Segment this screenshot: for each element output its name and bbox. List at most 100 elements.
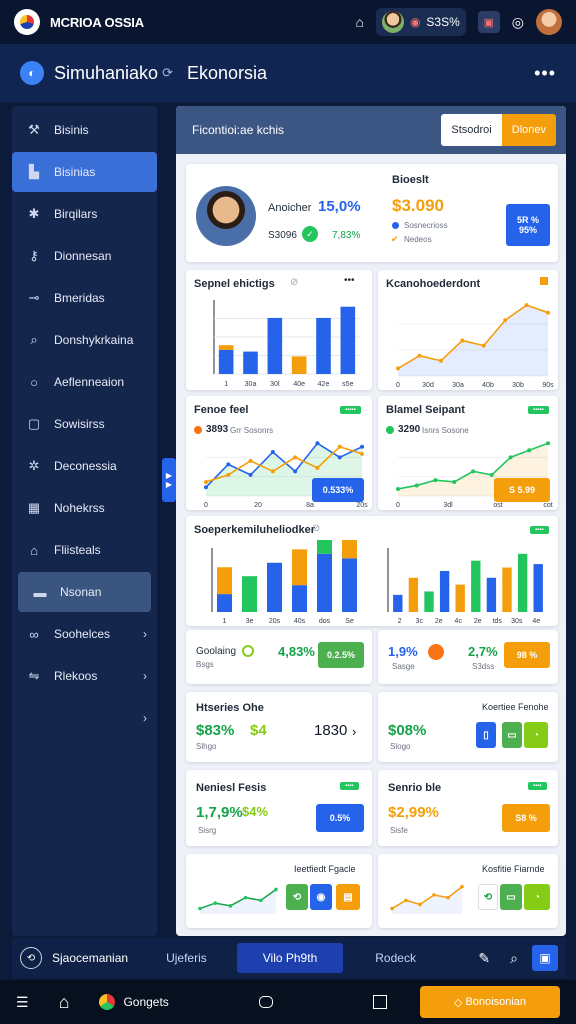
counter-label: S3S% — [426, 15, 460, 29]
device-icon[interactable]: ▯ — [476, 722, 496, 748]
sidebar-item-6[interactable]: ○ Aeflenneaion — [12, 362, 157, 402]
sidebar-expand[interactable]: › — [12, 698, 157, 738]
main-panel: Ficontioi:ae kchis Stsodroi Dlonev Anoic… — [176, 106, 566, 936]
profile-photo — [196, 186, 256, 246]
tick-label: 30a — [245, 381, 257, 388]
data-point — [527, 448, 532, 453]
sidebar-item-5[interactable]: ⌕ Donshykrkaina — [12, 320, 157, 360]
sidebar-item-9[interactable]: ▦ Nohekrss — [12, 488, 157, 528]
kpi-a-pill[interactable]: 0.2.5% — [318, 642, 364, 668]
nav-active[interactable]: Vilo Ph9th — [236, 943, 344, 973]
app-logo[interactable] — [14, 9, 40, 35]
brand-name: MCRIOA OSSIA — [50, 14, 144, 30]
tick-label: 3e — [246, 618, 254, 625]
chart-icon[interactable]: ▭ — [500, 884, 522, 910]
info-icon[interactable]: ⊘ — [312, 523, 320, 534]
primary-button[interactable]: Dlonev — [501, 114, 556, 146]
square-icon[interactable] — [372, 995, 387, 1009]
kpi-e-pill[interactable]: 0.5% — [316, 804, 364, 832]
sidebar-item-13[interactable]: ⇋ Rlekoos › — [12, 656, 157, 696]
tick-label: ost — [493, 502, 502, 509]
refresh-icon[interactable]: ⟲ — [286, 884, 308, 910]
chevron-right-icon[interactable]: › — [352, 724, 356, 739]
sidebar-item-3[interactable]: ⚷ Dionnesan — [12, 236, 157, 276]
arrow-icon[interactable]: ◔ — [524, 722, 548, 748]
bar — [291, 356, 307, 374]
refresh-icon[interactable]: ⟲ — [478, 884, 498, 910]
kpi-card-c: Htseries Ohe $83% $4 1830 › Slhgo — [186, 692, 372, 762]
kpi-a-sub: Bsgs — [196, 660, 214, 669]
profile-card: Anoicher 15,0% S3096 ✓ 7,83% Bioeslt $3.… — [186, 164, 558, 262]
data-point — [228, 904, 233, 908]
sidebar-item-7[interactable]: ▢ Sowisirss — [12, 404, 157, 444]
arrow-icon[interactable]: ◔ — [524, 884, 550, 910]
spark-b-title: Kosfitie Fiarnde — [482, 864, 545, 874]
tick-label: 3dl — [443, 502, 453, 509]
kpi-b-pill[interactable]: 98 % — [504, 642, 550, 668]
data-point — [508, 455, 513, 460]
chevron-right-icon[interactable]: › — [143, 669, 147, 683]
refresh-icon[interactable]: ⟳ — [162, 65, 173, 81]
sidebar-item-4[interactable]: ⊸ Bmeridas — [12, 278, 157, 318]
search-icon[interactable]: ⌕ — [510, 950, 518, 967]
gadgets-label[interactable]: Gongets — [123, 995, 168, 1009]
chart-card-3-tag[interactable]: 0.533% — [312, 478, 364, 502]
link-icon[interactable]: ⊘ — [290, 277, 298, 288]
sidebar-item-11[interactable]: ▬ Nsonan — [18, 572, 151, 612]
chevron-right-icon[interactable]: › — [143, 627, 147, 641]
kpi-f-pill[interactable]: S8 % — [502, 804, 550, 832]
folder-icon[interactable]: ▤ — [336, 884, 360, 910]
tick-label: 20s — [356, 502, 368, 509]
nav-left[interactable]: Sjaocemanian — [52, 951, 128, 965]
profile-avatar[interactable] — [536, 9, 562, 35]
nav-mid[interactable]: Ujeferis — [166, 951, 207, 965]
sidebar-item-2[interactable]: ✱ Birqilars — [12, 194, 157, 234]
more-icon[interactable]: ••• — [534, 63, 556, 84]
data-point — [404, 898, 408, 903]
home-icon[interactable]: ⌂ — [355, 14, 363, 30]
circle-icon[interactable] — [258, 996, 273, 1008]
collapse-handle[interactable]: ▶▶ — [162, 458, 176, 502]
tick-label: 30b — [512, 382, 524, 389]
sidebar-item-0[interactable]: ⚒ Bisinis — [12, 110, 157, 150]
data-point — [270, 450, 275, 455]
sidebar-item-label: Bmeridas — [54, 291, 105, 305]
sidebar-item-12[interactable]: ∞ Soohelces › — [12, 614, 157, 654]
close-icon[interactable] — [540, 277, 548, 285]
kpi-e-v1: 1,7,9% — [196, 804, 243, 821]
kpi-c-title: Htseries Ohe — [196, 702, 264, 714]
menu-icon[interactable]: ☰ — [16, 994, 29, 1011]
data-point — [270, 469, 275, 474]
cta-button[interactable]: ◇ Bonoisonian — [420, 986, 560, 1018]
clock-icon[interactable]: ⟲ — [20, 947, 42, 969]
more-icon[interactable]: ••• — [344, 275, 355, 286]
gauge-icon[interactable]: ◉ — [310, 884, 332, 910]
chart-icon[interactable]: ▭ — [502, 722, 522, 748]
nav-right[interactable]: Rodeck — [375, 951, 416, 965]
data-point — [248, 472, 253, 477]
sidebar-item-1[interactable]: ▙ Bisinias — [12, 152, 157, 192]
bar — [317, 553, 332, 612]
data-point — [446, 895, 450, 900]
sidebar-item-10[interactable]: ⌂ Fliisteals — [12, 530, 157, 570]
gadgets-icon — [99, 994, 116, 1010]
chevron-right-icon[interactable]: › — [143, 711, 147, 725]
calendar-icon[interactable]: ▣ — [477, 11, 500, 33]
data-point — [489, 472, 494, 477]
tools-icon[interactable]: ✎ — [478, 950, 490, 967]
chat-icon[interactable]: ◎ — [512, 14, 524, 31]
secondary-button[interactable]: Stsodroi — [441, 114, 502, 146]
compass-icon: ✲ — [28, 458, 40, 473]
chart-card-2: Kcanohoederdont 0 30d 30a 40b 30b 90s — [378, 270, 558, 390]
expand-icon[interactable]: ▣ — [532, 945, 558, 971]
profile-badge: 5R % 95% — [506, 204, 550, 246]
sidebar-item-8[interactable]: ✲ Deconessia — [12, 446, 157, 486]
home-icon[interactable]: ⌂ — [59, 992, 70, 1013]
profile-name: Anoicher — [268, 202, 312, 214]
tick-label: dos — [319, 618, 331, 625]
chart-card-4-tag[interactable]: S 5.99 — [494, 478, 550, 502]
chart-card-5: Soeperkemiluheliodker ⊘ ▪▪▪▪ 1 3e 20s 40s do… — [186, 516, 558, 626]
tick-label: 2e — [435, 618, 443, 625]
bar — [517, 553, 528, 612]
user-chip[interactable]: ◉ S3S% — [375, 8, 466, 36]
